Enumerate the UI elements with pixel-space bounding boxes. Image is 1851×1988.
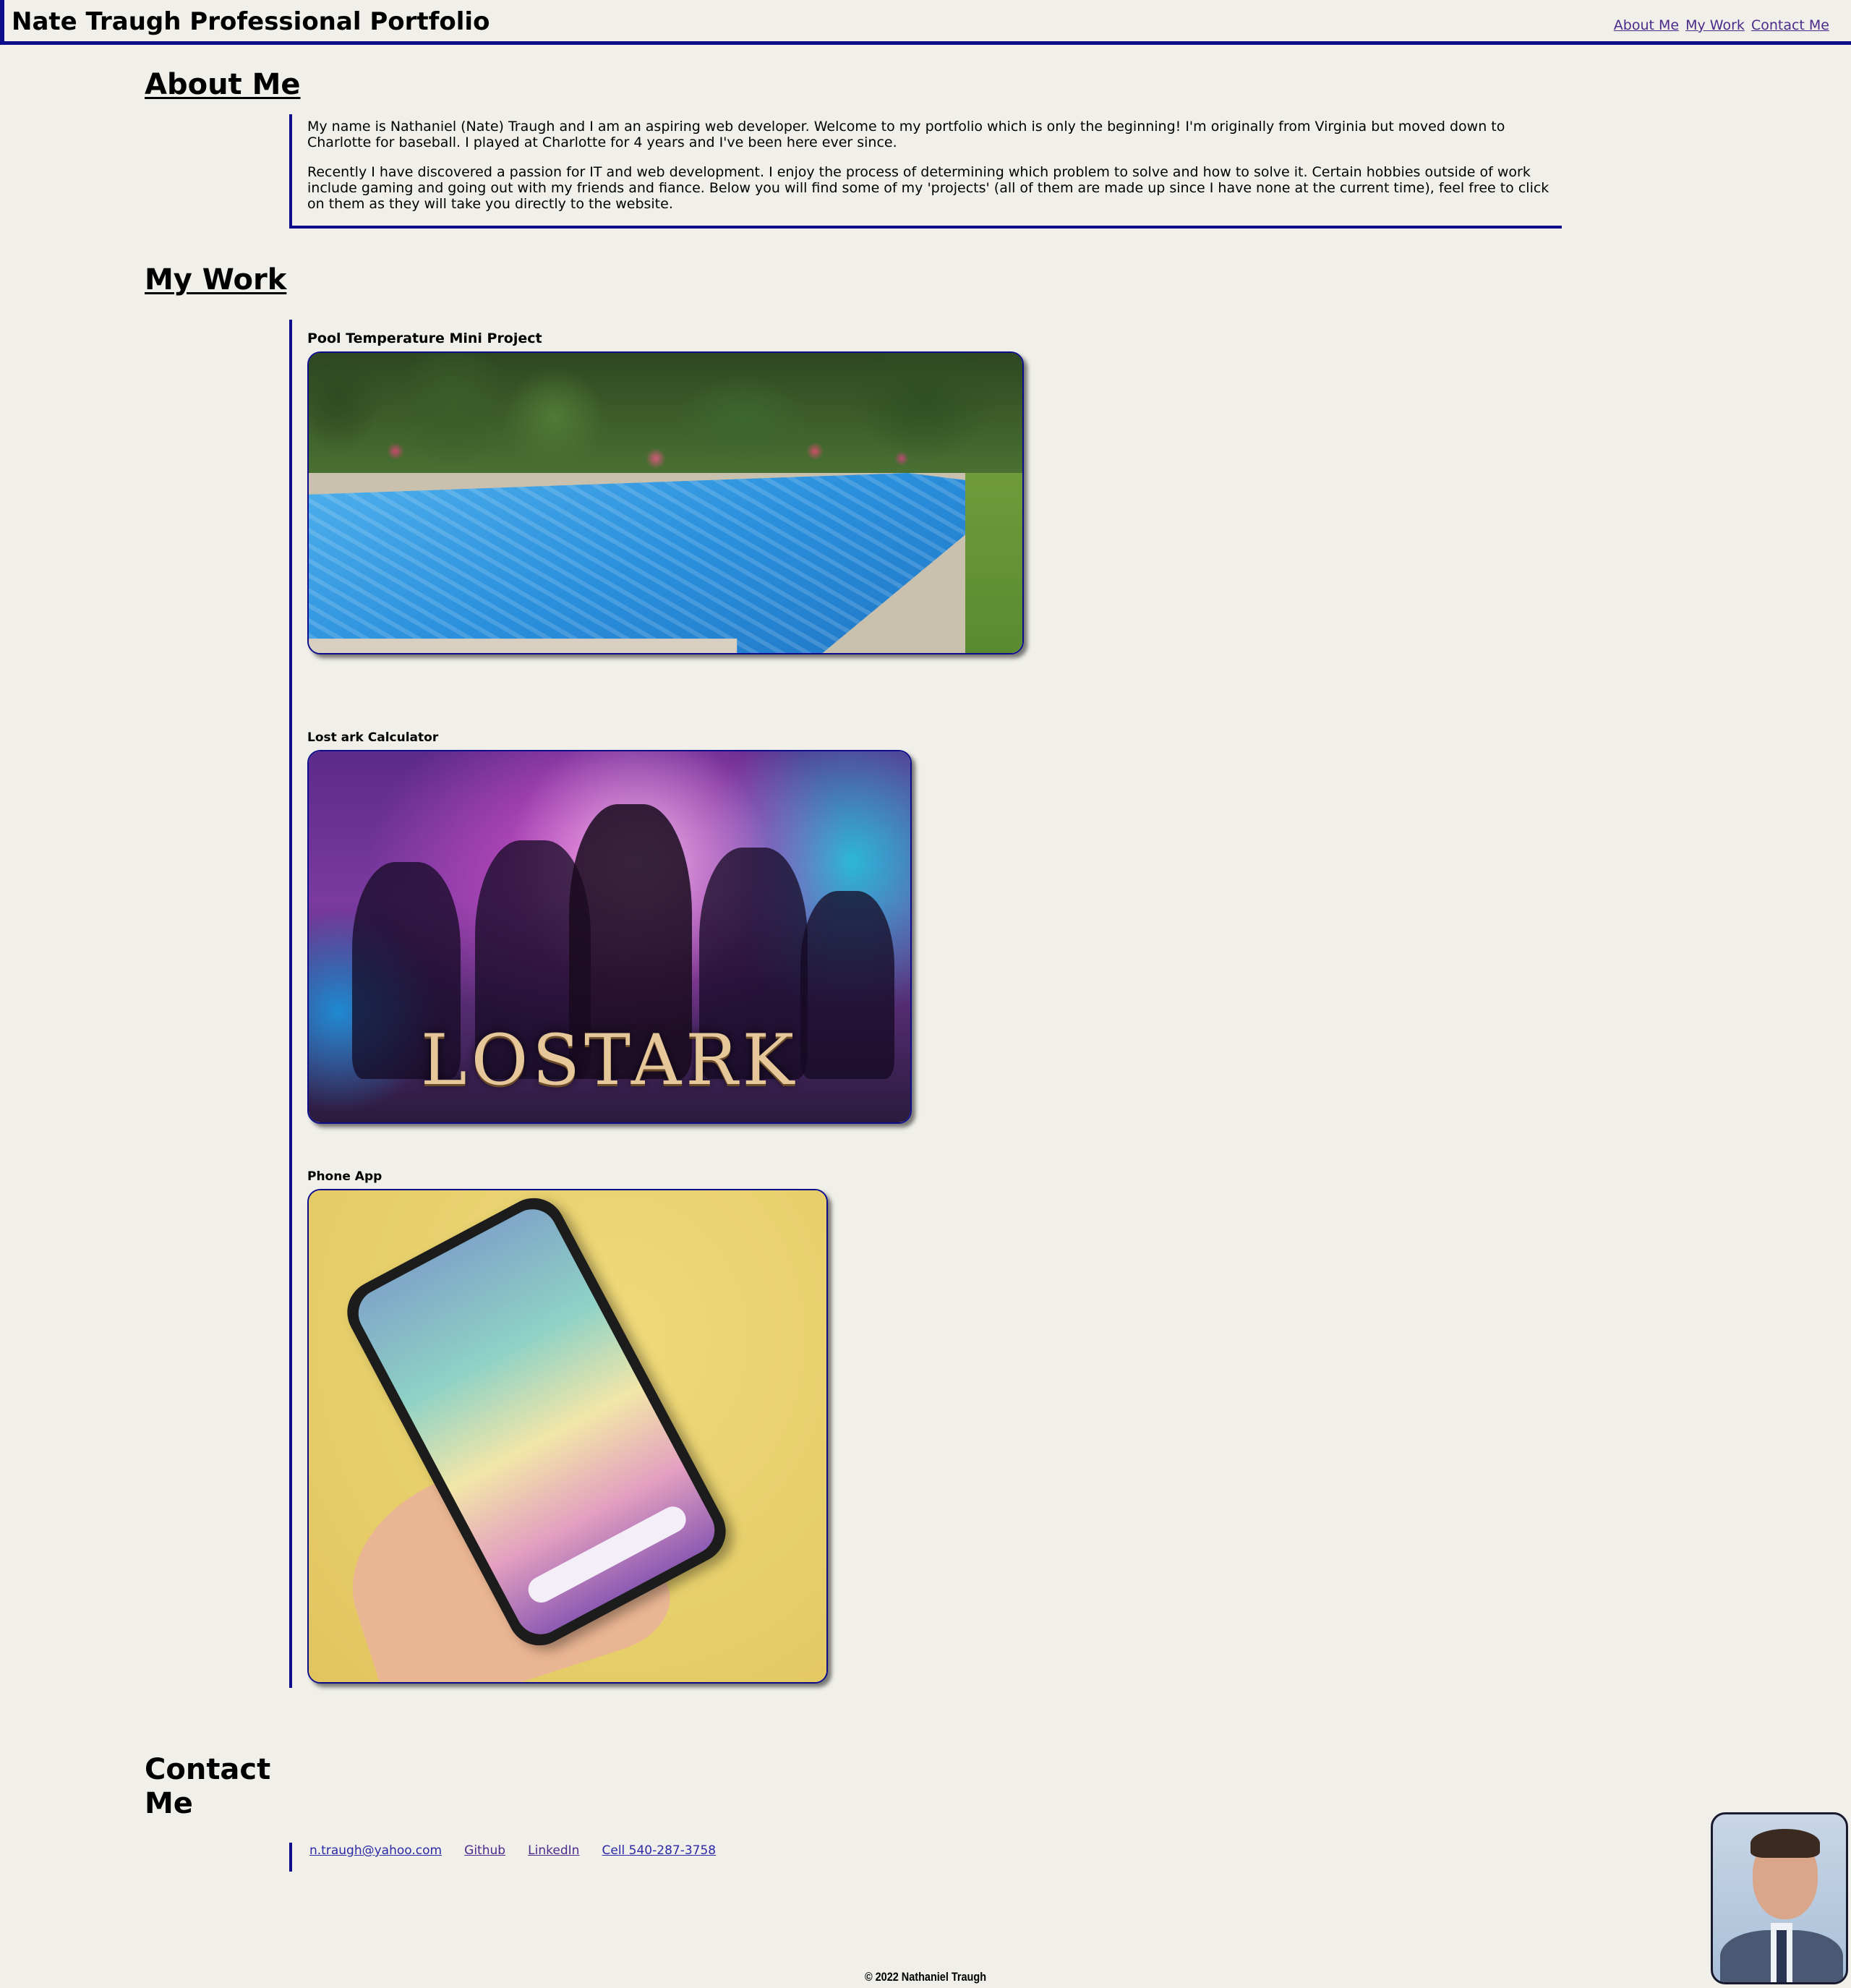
lost-ark-game-art: LOSTARK: [309, 751, 910, 1122]
project-image-pool-link[interactable]: [307, 351, 1024, 654]
pool-water: [309, 473, 1022, 653]
project-card-lostark: Lost ark Calculator LOSTARK: [307, 731, 912, 1124]
site-header: Nate Traugh Professional Portfolio About…: [0, 0, 1851, 45]
main-nav: About Me My Work Contact Me: [1612, 17, 1829, 33]
about-heading: About Me: [145, 68, 301, 101]
swimming-pool-photo: [309, 353, 1022, 653]
profile-photo: [1711, 1812, 1848, 1984]
project-title-phone: Phone App: [307, 1169, 382, 1184]
project-image-phone-link[interactable]: [307, 1189, 828, 1684]
nav-link-work[interactable]: My Work: [1685, 17, 1745, 33]
contact-heading: Contact Me: [145, 1753, 271, 1821]
about-paragraph-1: My name is Nathaniel (Nate) Traugh and I…: [307, 119, 1505, 150]
contact-email-link[interactable]: n.traugh@yahoo.com: [309, 1843, 442, 1858]
contact-phone-link[interactable]: Cell 540-287-3758: [602, 1843, 717, 1858]
work-heading: My Work: [145, 263, 287, 297]
nav-link-contact[interactable]: Contact Me: [1751, 17, 1829, 33]
avatar-tie: [1777, 1930, 1787, 1982]
project-card-phone: Phone App: [307, 1170, 828, 1684]
garden-flowers: [309, 437, 1022, 473]
footer-copyright: © 2022 Nathaniel Traugh: [864, 1970, 987, 1984]
contact-heading-text: Contact Me: [145, 1753, 271, 1820]
hand-holding-phone-photo: [309, 1190, 826, 1682]
site-title: Nate Traugh Professional Portfolio: [12, 7, 490, 36]
about-section: My name is Nathaniel (Nate) Traugh and I…: [289, 114, 1562, 229]
contact-section: n.traugh@yahoo.com Github LinkedIn Cell …: [289, 1843, 735, 1872]
nav-link-about[interactable]: About Me: [1614, 17, 1679, 33]
about-paragraph-2: Recently I have discovered a passion for…: [307, 164, 1549, 212]
project-card-pool: Pool Temperature Mini Project: [307, 330, 1024, 654]
project-image-lostark-link[interactable]: LOSTARK: [307, 750, 912, 1124]
lost-ark-logo: LOSTARK: [420, 1020, 799, 1101]
project-title-pool: Pool Temperature Mini Project: [307, 330, 542, 346]
avatar-hair: [1750, 1829, 1820, 1858]
work-section: Pool Temperature Mini Project Lost ark C…: [289, 320, 1085, 1688]
lawn: [965, 473, 1022, 653]
contact-github-link[interactable]: Github: [464, 1843, 505, 1858]
project-title-lostark: Lost ark Calculator: [307, 730, 439, 745]
contact-linkedin-link[interactable]: LinkedIn: [528, 1843, 579, 1858]
